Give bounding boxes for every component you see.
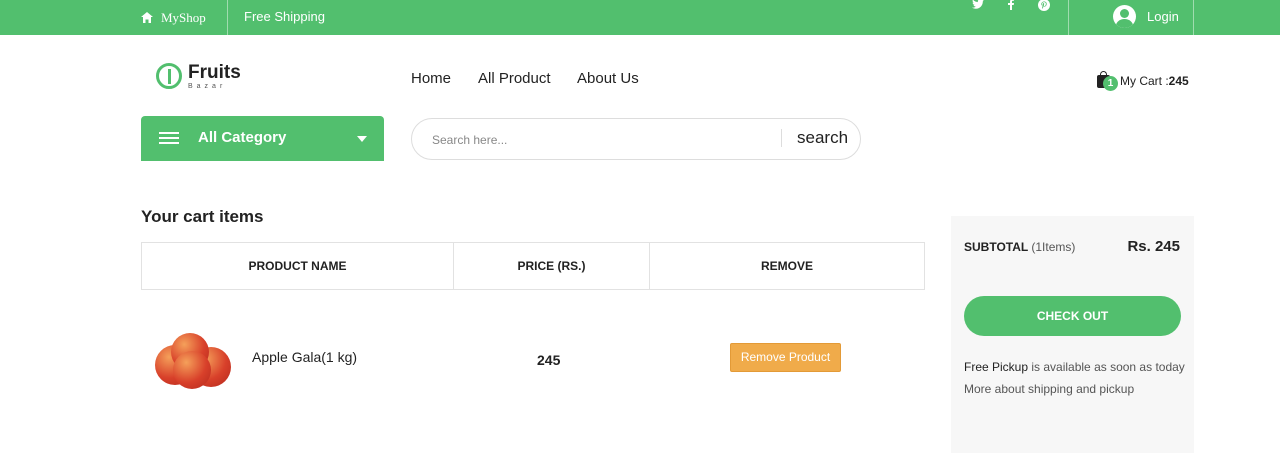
- top-bar: MyShop Free Shipping Login: [0, 0, 1280, 35]
- subtotal-label: SUBTOTAL (1Items): [964, 240, 1075, 254]
- all-category-dropdown[interactable]: All Category: [141, 116, 384, 161]
- pinterest-icon[interactable]: [1038, 0, 1050, 11]
- shop-link[interactable]: MyShop: [141, 0, 206, 35]
- product-image: [155, 333, 231, 389]
- column-header-product: PRODUCT NAME: [142, 243, 454, 289]
- order-summary: SUBTOTAL (1Items) Rs. 245 CHECK OUT Free…: [951, 216, 1194, 453]
- nav-about-us[interactable]: About Us: [577, 70, 639, 87]
- shop-name: MyShop: [161, 9, 206, 25]
- cart-items-title: Your cart items: [141, 207, 264, 226]
- divider: [1068, 0, 1069, 35]
- free-pickup-text: Free Pickup: [964, 360, 1029, 374]
- twitter-icon[interactable]: [972, 0, 984, 11]
- product-price: 245: [537, 352, 561, 368]
- facebook-icon[interactable]: [1008, 0, 1014, 11]
- column-header-price: PRICE (RS.): [454, 243, 650, 289]
- pickup-info: Free Pickup is available as soon as toda…: [964, 356, 1185, 400]
- pickup-rest-text: is available as soon as today: [1028, 360, 1185, 374]
- cart-label: My Cart :: [1120, 74, 1169, 88]
- divider: [1193, 0, 1194, 35]
- user-icon: [1113, 4, 1136, 28]
- remove-product-button[interactable]: Remove Product: [730, 343, 841, 372]
- column-header-remove: REMOVE: [760, 259, 813, 273]
- caret-down-icon: [357, 136, 367, 142]
- login-button[interactable]: Login: [1113, 4, 1179, 28]
- nav-all-product[interactable]: All Product: [478, 70, 551, 87]
- shipping-info-link[interactable]: More about shipping and pickup: [964, 378, 1185, 400]
- search-box: search: [411, 118, 861, 160]
- nav-home[interactable]: Home: [411, 70, 451, 87]
- subtotal-items: (1Items): [1031, 240, 1076, 254]
- subtotal-amount: Rs. 245: [1127, 238, 1180, 255]
- cart-count-badge: 1: [1103, 76, 1118, 91]
- home-icon: [141, 12, 153, 23]
- free-shipping-text: Free Shipping: [244, 9, 325, 24]
- leaf-icon: [156, 63, 182, 89]
- list-icon: [159, 132, 179, 144]
- cart-table-header: PRODUCT NAME PRICE (RS.) REMOVE: [141, 242, 925, 290]
- search-button[interactable]: search: [797, 128, 848, 148]
- cart-amount: 245: [1168, 74, 1189, 88]
- logo-name: Fruits: [188, 62, 241, 83]
- subtotal-text: SUBTOTAL: [964, 240, 1029, 254]
- logo-sub: Bazar: [188, 83, 227, 90]
- search-input[interactable]: [430, 129, 774, 151]
- divider: [227, 0, 228, 35]
- category-label: All Category: [198, 129, 287, 146]
- checkout-button[interactable]: CHECK OUT: [964, 296, 1181, 336]
- search-divider: [781, 129, 782, 147]
- product-name: Apple Gala(1 kg): [252, 349, 358, 365]
- login-label: Login: [1147, 8, 1179, 24]
